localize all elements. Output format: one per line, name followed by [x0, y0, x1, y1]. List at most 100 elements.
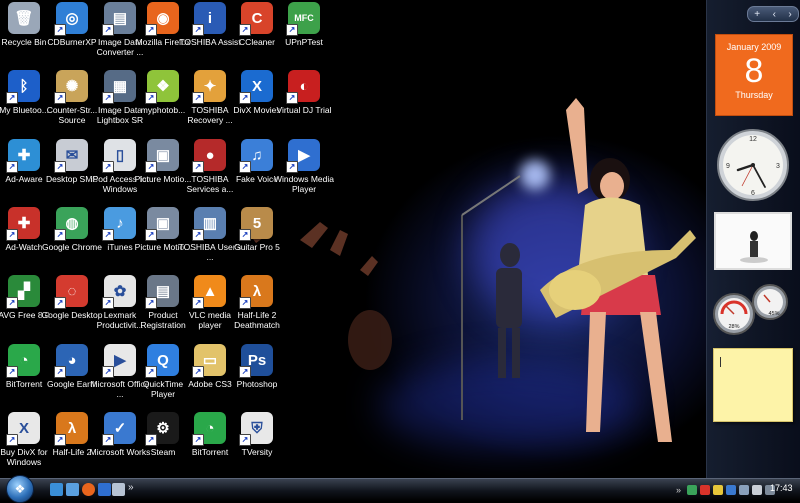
shortcut-arrow-icon: ↗ — [54, 434, 66, 446]
quicklaunch-more-chevron-icon[interactable]: » — [128, 482, 134, 493]
clock-gadget[interactable]: 12 3 6 9 — [716, 128, 790, 202]
calendar-weekday: Thursday — [735, 90, 773, 100]
notes-text-cursor — [720, 357, 721, 367]
shortcut-arrow-icon: ↗ — [192, 24, 204, 36]
avg-icon: ▞ ↗ — [6, 275, 40, 309]
desktop-shortcut[interactable]: ▶ ↗ Windows Media Player — [272, 139, 336, 194]
upnptest-icon: MFC ↗ — [286, 2, 320, 36]
shortcut-arrow-icon: ↗ — [102, 161, 114, 173]
memory-meter-value: 45% — [768, 311, 779, 317]
fake-voice-icon: ♫ ↗ — [239, 139, 273, 173]
shortcut-arrow-icon: ↗ — [239, 92, 251, 104]
cdburnerxp-icon: ◎ ↗ — [54, 2, 88, 36]
toshiba-assist-icon: i ↗ — [192, 2, 226, 36]
product-registration-icon: ▤ ↗ — [145, 275, 179, 309]
shortcut-arrow-icon: ↗ — [102, 434, 114, 446]
svg-text:9: 9 — [726, 163, 730, 170]
media-player-quicklaunch-icon[interactable] — [98, 483, 111, 496]
guitar-pro-icon: 5 ↗ — [239, 207, 273, 241]
shortcut-arrow-icon: ↗ — [286, 24, 298, 36]
photoshop-icon: Ps ↗ — [239, 344, 273, 378]
slideshow-gadget[interactable] — [714, 212, 792, 270]
shortcut-arrow-icon: ↗ — [239, 24, 251, 36]
virtual-dj-icon: ◐ ↗ — [286, 70, 320, 104]
slideshow-photo — [716, 214, 790, 268]
shortcut-arrow-icon: ↗ — [6, 366, 18, 378]
shortcut-arrow-icon: ↗ — [145, 161, 157, 173]
cpu-meter-value: 28% — [728, 324, 739, 330]
desktop-shortcut[interactable]: Ps ↗ Photoshop — [225, 344, 289, 389]
toshiba-users-guide-icon: ▥ ↗ — [192, 207, 226, 241]
desktop-shortcut[interactable]: λ ↗ Half-Life 2 Deathmatch — [225, 275, 289, 330]
sidebar-controls: + ‹ › — [747, 6, 799, 22]
tray-app-icon[interactable] — [700, 485, 710, 495]
folder-quicklaunch-icon[interactable] — [112, 483, 125, 496]
switch-windows-icon[interactable] — [66, 483, 79, 496]
taskbar-clock[interactable]: 17:43 — [770, 483, 793, 493]
tray-app-icon[interactable] — [713, 485, 723, 495]
desktop-shortcut-label: TVersity — [241, 447, 273, 457]
shortcut-arrow-icon: ↗ — [286, 92, 298, 104]
bittorrent-icon: ◔ ↗ — [6, 344, 40, 378]
desktop-shortcut-label: Virtual DJ Trial — [276, 105, 332, 115]
shortcut-arrow-icon: ↗ — [54, 297, 66, 309]
firefox-quicklaunch-icon[interactable] — [82, 483, 95, 496]
next-gadget-page-button[interactable]: › — [788, 9, 791, 20]
recycle-bin-icon: 🗑 — [8, 2, 40, 34]
notes-gadget[interactable] — [713, 348, 793, 422]
start-button[interactable]: ❖ — [6, 475, 34, 503]
google-earth-icon: ◕ ↗ — [54, 344, 88, 378]
counter-strike-icon: ✺ ↗ — [54, 70, 88, 104]
shortcut-arrow-icon: ↗ — [192, 434, 204, 446]
windows-media-player-icon: ▶ ↗ — [286, 139, 320, 173]
quicktime-icon: Q ↗ — [145, 344, 179, 378]
divx-movies-icon: X ↗ — [239, 70, 273, 104]
shortcut-arrow-icon: ↗ — [192, 366, 204, 378]
tray-app-icon[interactable] — [687, 485, 697, 495]
shortcut-arrow-icon: ↗ — [145, 366, 157, 378]
ad-aware-icon: ✚ ↗ — [6, 139, 40, 173]
shortcut-arrow-icon: ↗ — [286, 161, 298, 173]
desktop-icon-grid: 🗑 Recycle Bin ◎ ↗ CDBurnerXP ▤ ↗ Image Data Con… — [0, 0, 334, 478]
shortcut-arrow-icon: ↗ — [239, 229, 251, 241]
desktop-shortcut-label: UPnPTest — [285, 37, 323, 47]
desktop-shortcut-label: Windows Media Player — [274, 174, 334, 194]
system-tray: » — [676, 483, 775, 497]
svg-text:12: 12 — [749, 136, 757, 143]
show-desktop-icon[interactable] — [50, 483, 63, 496]
shortcut-arrow-icon: ↗ — [239, 297, 251, 309]
desktop-shortcut[interactable]: ◐ ↗ Virtual DJ Trial — [272, 70, 336, 115]
windows-logo-icon: ❖ — [14, 482, 26, 496]
cpu-meter-gadget[interactable]: 28% 45% — [712, 282, 794, 338]
network-icon[interactable] — [739, 485, 749, 495]
shortcut-arrow-icon: ↗ — [192, 161, 204, 173]
tray-app-icon[interactable] — [726, 485, 736, 495]
shortcut-arrow-icon: ↗ — [102, 24, 114, 36]
tray-more-chevron-icon[interactable]: » — [676, 485, 684, 495]
toshiba-services-icon: ● ↗ — [192, 139, 226, 173]
desktop-shortcut-label: Photoshop — [236, 379, 278, 389]
shortcut-arrow-icon: ↗ — [54, 366, 66, 378]
shortcut-arrow-icon: ↗ — [145, 24, 157, 36]
shortcut-arrow-icon: ↗ — [145, 434, 157, 446]
vlc-icon: ▲ ↗ — [192, 275, 226, 309]
picture-motion-icon: ▣ ↗ — [145, 139, 179, 173]
desktop-shortcut[interactable]: 5 ↗ Guitar Pro 5 — [225, 207, 289, 252]
half-life-2-icon: λ ↗ — [54, 412, 88, 446]
desktop-shortcut-label: Guitar Pro 5 — [234, 242, 280, 252]
shortcut-arrow-icon: ↗ — [102, 297, 114, 309]
firefox-icon: ◉ ↗ — [145, 2, 179, 36]
desktop-shortcut[interactable]: ⛨ ↗ TVersity — [225, 412, 289, 457]
previous-gadget-page-button[interactable]: ‹ — [773, 9, 776, 20]
volume-icon[interactable] — [752, 485, 762, 495]
desktop-shortcut[interactable]: MFC ↗ UPnPTest — [272, 2, 336, 47]
picture-motion-icon: ▣ ↗ — [145, 207, 179, 241]
shortcut-arrow-icon: ↗ — [192, 92, 204, 104]
calendar-gadget[interactable]: January 2009 8 Thursday — [715, 34, 793, 116]
tversity-icon: ⛨ ↗ — [239, 412, 273, 446]
buy-divx-icon: X ↗ — [6, 412, 40, 446]
add-gadget-button[interactable]: + — [754, 9, 760, 20]
shortcut-arrow-icon: ↗ — [192, 229, 204, 241]
myphotobook-icon: ❖ ↗ — [145, 70, 179, 104]
shortcut-arrow-icon: ↗ — [54, 161, 66, 173]
